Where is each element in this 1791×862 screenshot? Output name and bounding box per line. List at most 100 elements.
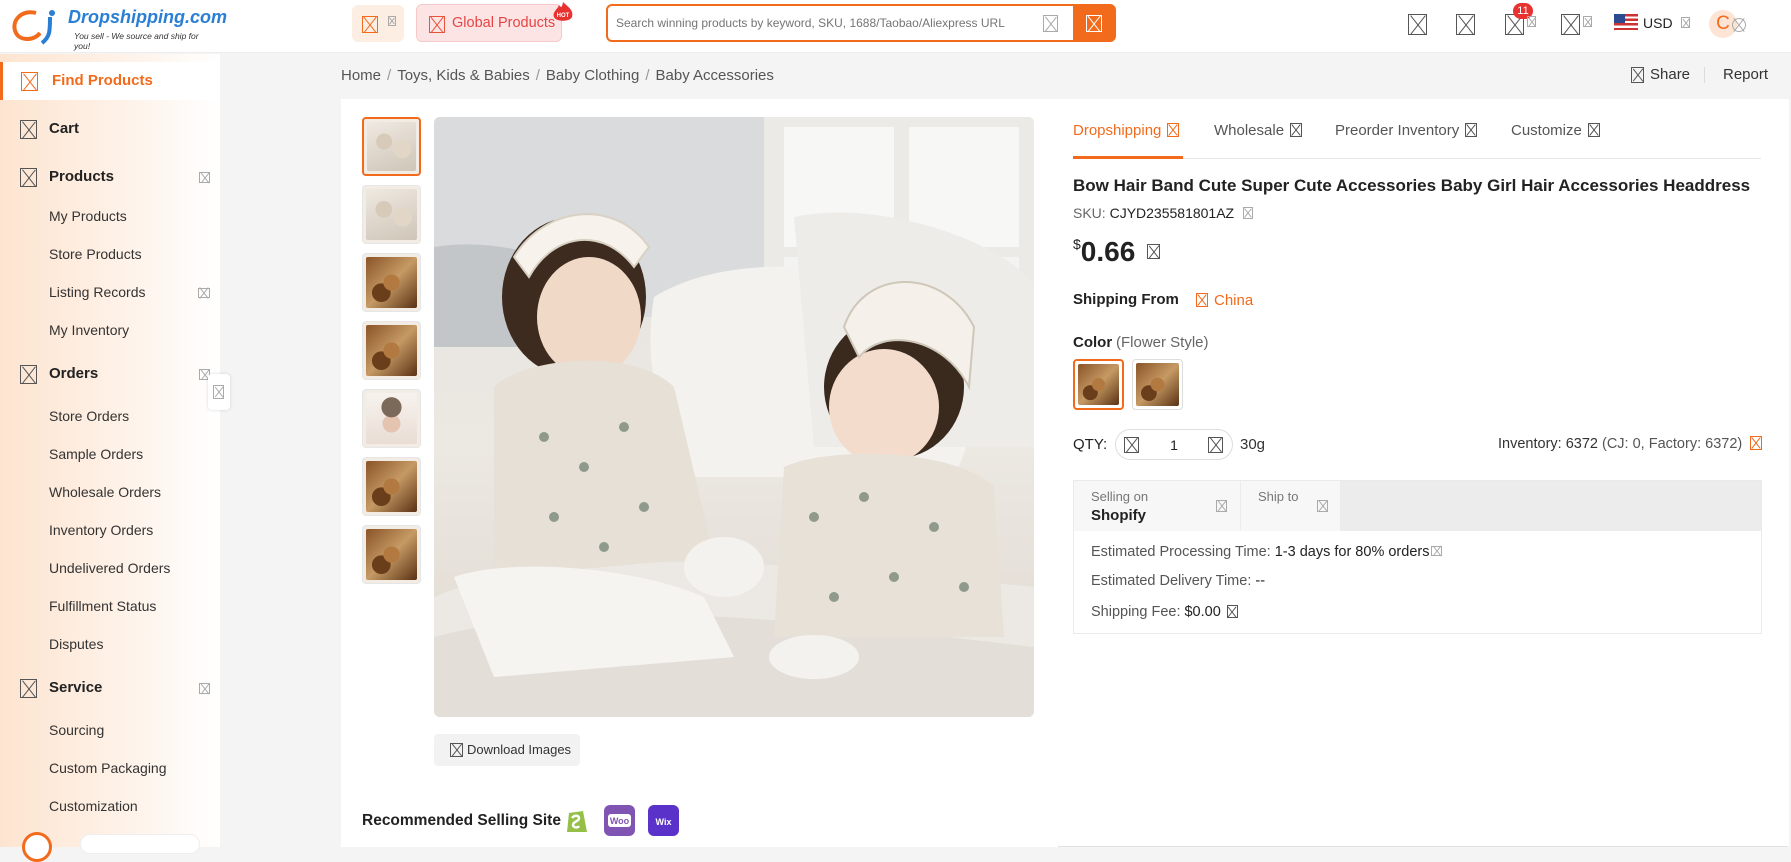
wix-site-icon[interactable]: Wix — [648, 805, 679, 836]
search-input[interactable] — [616, 13, 1036, 33]
inventory-info-icon[interactable] — [1750, 436, 1763, 450]
globe-icon — [429, 16, 445, 33]
thumbnail-image — [366, 189, 417, 240]
share-button[interactable]: Share — [1650, 66, 1690, 83]
shipping-fee-row: Shipping Fee: $0.00 — [1091, 604, 1238, 620]
collapse-section-icon[interactable] — [199, 172, 210, 183]
tab-customize[interactable]: Customize — [1511, 122, 1600, 139]
thumbnail-image — [366, 257, 417, 308]
sidebar-item-label: Service — [49, 679, 103, 696]
camera-search-icon[interactable] — [1043, 15, 1058, 32]
sidebar-subitem-my-products[interactable]: My Products — [49, 208, 127, 224]
selling-on-selector[interactable]: Selling on Shopify — [1074, 481, 1240, 531]
tab-label: Dropshipping — [1073, 122, 1162, 139]
tab-preorder-inventory[interactable]: Preorder Inventory — [1335, 122, 1478, 139]
support-widget[interactable] — [80, 834, 200, 854]
shipping-from-option[interactable]: China — [1196, 292, 1253, 309]
divider — [1704, 67, 1705, 83]
search-button[interactable] — [1073, 4, 1115, 42]
sidebar-subitem-fulfillment-status[interactable]: Fulfillment Status — [49, 598, 156, 614]
color-swatch[interactable] — [1132, 359, 1183, 410]
ship-to-label: Ship to — [1258, 489, 1299, 504]
price-info-icon[interactable] — [1147, 244, 1161, 259]
thumbnail[interactable] — [362, 389, 421, 448]
copy-icon[interactable] — [1243, 207, 1253, 219]
processing-time-label: Estimated Processing Time: — [1091, 544, 1271, 560]
shipping-fee-label: Shipping Fee: — [1091, 604, 1181, 620]
thumbnail[interactable] — [362, 525, 421, 584]
minus-icon[interactable] — [1124, 437, 1139, 453]
tab-label: Wholesale — [1214, 122, 1285, 139]
logo-mark — [12, 10, 55, 45]
breadcrumb-subcategory[interactable]: Baby Clothing — [546, 67, 639, 84]
language-icon[interactable] — [1561, 14, 1580, 35]
info-icon[interactable] — [1226, 605, 1238, 618]
sidebar-subitem-store-products[interactable]: Store Products — [49, 246, 142, 262]
avatar-letter: C — [1716, 13, 1730, 34]
sidebar-subitem-customization[interactable]: Customization — [49, 798, 138, 814]
quantity-input[interactable] — [1154, 436, 1194, 454]
color-label: Color — [1073, 334, 1113, 351]
sidebar-subitem-sourcing[interactable]: Sourcing — [49, 722, 104, 738]
sidebar-subitem-undelivered-orders[interactable]: Undelivered Orders — [49, 560, 170, 576]
price: $0.66 — [1073, 236, 1161, 268]
sidebar-item-cart[interactable]: Cart — [0, 110, 220, 148]
sku-value: CJYD235581801AZ — [1109, 205, 1235, 221]
message-icon[interactable] — [1456, 14, 1475, 35]
tab-dropshipping[interactable]: Dropshipping — [1073, 122, 1180, 139]
hot-badge-text: HOT — [557, 13, 570, 19]
svg-text:Woo: Woo — [610, 816, 630, 826]
sidebar-subitem-listing-records[interactable]: Listing Records — [49, 284, 146, 300]
home-icon — [362, 16, 378, 33]
products-icon — [20, 168, 37, 187]
report-button[interactable]: Report — [1723, 66, 1768, 83]
plus-icon[interactable] — [1208, 437, 1223, 453]
currency-label: USD — [1643, 15, 1673, 31]
sidebar-subitem-store-orders[interactable]: Store Orders — [49, 408, 129, 424]
sidebar-item-products[interactable]: Products — [0, 158, 220, 196]
download-images-button[interactable]: Download Images — [434, 734, 580, 766]
global-products-label: Global Products — [452, 15, 556, 31]
sidebar-item-find-products[interactable]: Find Products — [0, 62, 220, 100]
shopify-site-icon[interactable] — [561, 805, 592, 836]
find-products-icon — [21, 72, 38, 91]
color-swatch[interactable] — [1073, 359, 1124, 410]
global-products-button[interactable]: Global Products — [416, 4, 562, 42]
collapse-section-icon[interactable] — [199, 683, 210, 694]
currency-symbol: $ — [1073, 236, 1081, 252]
breadcrumb-current[interactable]: Baby Accessories — [656, 67, 774, 84]
site-logo[interactable]: Dropshipping.com You sell - We source an… — [6, 5, 227, 51]
main-product-image[interactable] — [434, 117, 1034, 717]
sidebar-subitem-disputes[interactable]: Disputes — [49, 636, 103, 652]
thumbnail[interactable] — [362, 253, 421, 312]
product-weight: 30g — [1240, 436, 1266, 453]
orders-icon — [20, 365, 37, 384]
thumbnail[interactable] — [362, 185, 421, 244]
sidebar-item-service[interactable]: Service — [0, 669, 220, 707]
sidebar-item-label: Products — [49, 168, 115, 185]
home-shortcut-button[interactable] — [352, 5, 404, 42]
breadcrumb-category[interactable]: Toys, Kids & Babies — [397, 67, 530, 84]
woocommerce-site-icon[interactable]: Woo — [604, 805, 635, 836]
currency-selector[interactable]: USD — [1614, 14, 1694, 32]
ship-to-selector[interactable]: Ship to — [1241, 481, 1340, 531]
search-icon — [1086, 15, 1102, 32]
thumbnail[interactable] — [362, 117, 421, 176]
help-icon[interactable] — [1408, 14, 1427, 35]
sidebar-subitem-wholesale-orders[interactable]: Wholesale Orders — [49, 484, 161, 500]
account-settings-icon — [1732, 18, 1746, 32]
thumbnail[interactable] — [362, 321, 421, 380]
sidebar-subitem-sample-orders[interactable]: Sample Orders — [49, 446, 143, 462]
sidebar-item-orders[interactable]: Orders — [0, 355, 220, 393]
sidebar-subitem-inventory-orders[interactable]: Inventory Orders — [49, 522, 153, 538]
info-icon[interactable] — [1431, 546, 1443, 556]
breadcrumb-home[interactable]: Home — [341, 67, 381, 84]
shipping-fee-value: $0.00 — [1184, 604, 1221, 620]
sidebar-subitem-custom-packaging[interactable]: Custom Packaging — [49, 760, 167, 776]
thumbnail[interactable] — [362, 457, 421, 516]
support-avatar[interactable] — [22, 832, 52, 862]
sidebar-subitem-my-inventory[interactable]: My Inventory — [49, 322, 129, 338]
sidebar-collapse-button[interactable] — [208, 374, 230, 410]
swatch-image — [1136, 363, 1179, 406]
tab-wholesale[interactable]: Wholesale — [1214, 122, 1303, 139]
